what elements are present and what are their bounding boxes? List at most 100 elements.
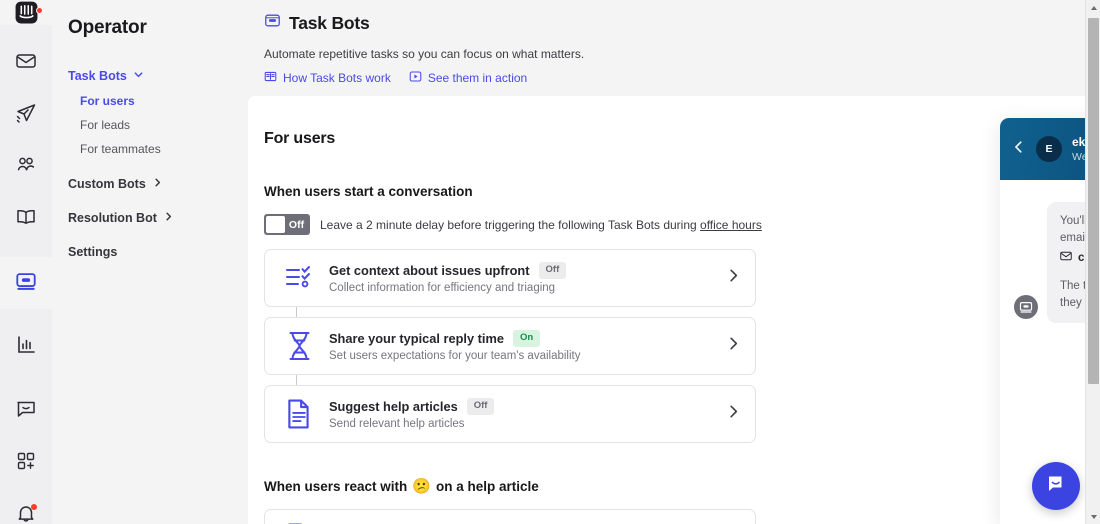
sidebar-item-label: Task Bots (68, 69, 127, 83)
bot-card-text: Suggest help articles Off Send relevant … (329, 398, 714, 430)
page-header: Task Bots Automate repetitive tasks so y… (248, 0, 1100, 96)
play-icon (409, 70, 422, 86)
page-description: Automate repetitive tasks so you can foc… (264, 47, 585, 61)
bot-card-description: Collect information for efficiency and t… (329, 281, 556, 294)
chevron-right-icon[interactable] (726, 336, 741, 356)
hourglass-icon (281, 331, 317, 361)
rail-item-articles[interactable] (0, 193, 52, 245)
rail-item-notifications[interactable] (0, 489, 52, 524)
scroll-up-arrow-icon[interactable] (1086, 0, 1100, 15)
bot-card-suggest-articles[interactable]: Suggest help articles Off Send relevant … (264, 385, 756, 443)
sidebar-item-label: For teammates (80, 142, 161, 156)
office-hours-link[interactable]: office hours (700, 218, 762, 232)
sidebar-item-for-teammates[interactable]: For teammates (52, 137, 248, 161)
section-title: For users (264, 130, 336, 147)
rail-item-outbound[interactable] (0, 89, 52, 141)
subsection-heading-suffix: on a help article (435, 478, 539, 494)
intercom-logo[interactable] (0, 0, 52, 25)
how-task-bots-work-link[interactable]: How Task Bots work (264, 70, 391, 86)
document-icon (281, 399, 317, 429)
sidebar-title: Operator (68, 17, 147, 38)
chevron-right-icon (152, 177, 163, 191)
operator-bot-icon (1014, 295, 1038, 320)
rail-spacer-2 (0, 245, 52, 257)
book-icon (264, 70, 277, 86)
sidebar-item-label: Custom Bots (68, 177, 146, 191)
sidebar-item-label: Resolution Bot (68, 211, 157, 225)
bot-card-title: Get context about issues upfront (329, 263, 530, 278)
bot-card-list-reaction (264, 509, 756, 524)
toggle-state-label: Off (288, 218, 305, 231)
scrollbar-thumb[interactable] (1088, 18, 1099, 384)
rail-spacer-4 (0, 373, 52, 385)
contacts-icon (14, 153, 38, 182)
intercom-logo-mark (14, 0, 39, 25)
sidebar-item-custom-bots[interactable]: Custom Bots (52, 171, 248, 197)
sidebar-item-resolution-bot[interactable]: Resolution Bot (52, 205, 248, 231)
page-title: Task Bots (289, 12, 370, 33)
messenger-icon (14, 397, 38, 426)
chevron-right-icon[interactable] (726, 404, 741, 424)
link-label: See them in action (427, 71, 528, 85)
bot-card-list: Get context about issues upfront Off Col… (264, 249, 756, 443)
bot-card-text: Share your typical reply time On Set use… (329, 330, 714, 362)
page-scrollbar[interactable] (1085, 0, 1100, 524)
sidebar-item-label: For leads (80, 118, 131, 132)
sidebar-item-label: For users (80, 94, 135, 108)
delay-toggle[interactable]: Off (264, 214, 310, 235)
sidebar-item-label: Settings (68, 245, 118, 259)
confused-emoji: 😕 (412, 478, 431, 495)
see-them-in-action-link[interactable]: See them in action (409, 70, 527, 86)
sidebar-item-settings[interactable]: Settings (52, 239, 248, 265)
bot-card-description: Send relevant help articles (329, 417, 465, 430)
logo-notification-dot (36, 7, 43, 14)
send-icon (14, 101, 38, 130)
rail-item-apps[interactable] (0, 437, 52, 489)
rail-item-operator[interactable] (0, 257, 52, 309)
messenger-launcher-button[interactable] (1032, 462, 1080, 510)
rail-item-contacts[interactable] (0, 141, 52, 193)
operator-icon (15, 270, 37, 297)
bot-card-title-row: Get context about issues upfront Off (329, 262, 714, 279)
header-links: How Task Bots work See them in action (264, 70, 1100, 86)
bot-card-get-context[interactable]: Get context about issues upfront Off Col… (264, 249, 756, 307)
bot-card-description: Set users expectations for your team's a… (329, 349, 581, 362)
sidebar-item-task-bots[interactable]: Task Bots (52, 63, 248, 89)
rail-nav-items (0, 25, 52, 524)
chevron-right-icon (163, 211, 174, 225)
bot-card-title-row: Suggest help articles Off (329, 398, 714, 415)
status-badge: Off (538, 262, 567, 279)
app-window: Operator Task Bots For users For leads F… (0, 0, 1100, 524)
sidebar-item-for-users[interactable]: For users (52, 89, 248, 113)
envelope-icon (1060, 250, 1072, 268)
subsection-heading-reaction: When users react with 😕 on a help articl… (264, 477, 1100, 495)
task-bots-icon (264, 12, 281, 34)
status-badge: On (512, 330, 541, 347)
subsection-heading-label: When users start a conversation (264, 184, 473, 199)
bot-card-partial[interactable] (264, 509, 756, 524)
subsection-heading-conversation: When users start a conversation (264, 184, 1100, 199)
inbox-icon (14, 49, 38, 78)
articles-icon (14, 205, 38, 234)
messenger-avatar: E (1036, 136, 1062, 162)
link-label: How Task Bots work (283, 71, 391, 85)
apps-icon (14, 449, 38, 478)
rail-item-inbox[interactable] (0, 37, 52, 89)
reports-icon (14, 333, 38, 362)
main-content: Task Bots Automate repetitive tasks so y… (248, 0, 1100, 524)
subsection-heading-prefix: When users react with (264, 478, 408, 494)
bot-card-reply-time[interactable]: Share your typical reply time On Set use… (264, 317, 756, 375)
chevron-right-icon[interactable] (726, 268, 741, 288)
delay-description-text: Leave a 2 minute delay before triggering… (320, 217, 701, 232)
scroll-down-arrow-icon[interactable] (1086, 509, 1100, 524)
chevron-left-icon[interactable] (1012, 140, 1026, 159)
content-panel: For users When users start a conversatio… (248, 96, 1100, 524)
sidebar: Operator Task Bots For users For leads F… (52, 0, 248, 524)
delay-setting-row: Off Leave a 2 minute delay before trigge… (264, 214, 1100, 235)
icon-rail (0, 0, 52, 524)
rail-item-reports[interactable] (0, 321, 52, 373)
delay-description: Leave a 2 minute delay before triggering… (320, 218, 762, 232)
toggle-knob (266, 216, 285, 233)
rail-item-messenger[interactable] (0, 385, 52, 437)
sidebar-item-for-leads[interactable]: For leads (52, 113, 248, 137)
